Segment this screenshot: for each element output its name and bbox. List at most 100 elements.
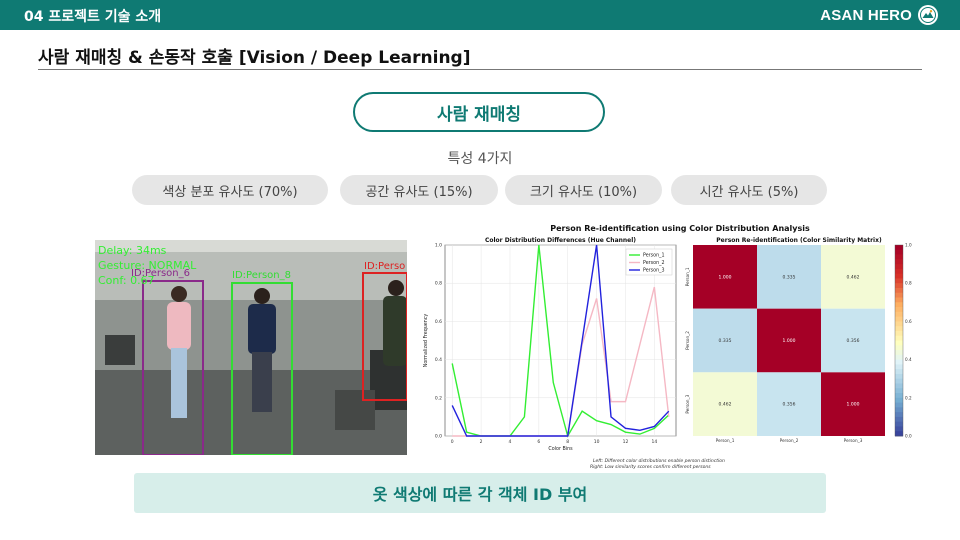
heatmap-value: 0.356 [783,402,796,408]
colorbar-step [895,397,903,403]
legend-label: Person_1 [643,253,665,259]
colorbar-step [895,307,903,313]
y-tick-label: 0.8 [435,281,442,287]
heatmap-value: 0.335 [783,274,796,280]
heatmap-y-label: Person_3 [685,394,690,413]
colorbar-tick: 0.8 [905,281,912,286]
similarity-heatmap: Person Re-identification (Color Similari… [685,237,919,443]
figure-suptitle: Person Re-identification using Color Dis… [550,224,810,233]
heatmap-x-label: Person_3 [844,438,863,443]
colorbar-step [895,302,903,308]
colorbar-step [895,412,903,418]
reid-analysis-figure: Person Re-identification using Color Dis… [418,221,919,473]
colorbar-tick: 0.2 [905,395,912,400]
colorbar-step [895,311,903,318]
y-tick-label: 1.0 [435,243,442,249]
colorbar-step [895,383,903,389]
section-label: 04 프로젝트 기술 소개 [24,9,162,25]
colorbar-step [895,354,903,360]
heatmap-value: 0.335 [719,338,732,344]
y-axis-label: Normalized Frequency [423,314,429,368]
colorbar-step [895,426,903,432]
x-tick-label: 12 [623,439,629,445]
y-tick-label: 0.2 [435,395,442,401]
colorbar-step [895,321,903,327]
colorbar-step [895,373,903,380]
figure-caption-left: Left: Different color distributions enab… [593,458,725,464]
colorbar-step [895,283,903,289]
colorbar-tick: 0.4 [905,357,912,362]
heatmap-value: 0.462 [847,274,860,280]
colorbar-step [895,416,903,423]
colorbar-step [895,287,903,294]
line-chart-title: Color Distribution Differences (Hue Chan… [485,237,636,244]
header-bar: 04 프로젝트 기술 소개 ASAN HERO [0,0,960,30]
colorbar-step [895,264,903,270]
mountain-emblem-icon [918,5,938,25]
chip-time-similarity: 시간 유사도 (5%) [671,175,827,205]
colorbar-step [895,350,903,356]
heatmap-value: 1.000 [719,274,732,280]
y-tick-label: 0.0 [435,434,442,440]
colorbar-step [895,326,903,332]
camera-frame: ID:Person_6 ID:Person_8 ID:Perso Delay: … [95,240,407,455]
figure-caption-right: Right: Low similarity scores confirm dif… [590,464,711,470]
colorbar-step [895,340,903,346]
chip-size-similarity: 크기 유사도 (10%) [505,175,662,205]
colorbar-step [895,245,903,251]
heatmap-value: 0.462 [719,402,732,408]
colorbar-step [895,268,903,275]
colorbar-tick: 0.0 [905,434,912,439]
x-tick-label: 2 [480,439,483,445]
brand: ASAN HERO [820,5,938,25]
colorbar-step [895,330,903,337]
colorbar-step [895,402,903,408]
hue-line-chart: Color Distribution Differences (Hue Chan… [423,237,677,452]
heatmap-value: 1.000 [783,338,796,344]
overlay-delay: Delay: 34ms [98,244,167,257]
colorbar-step [895,297,903,303]
x-tick-label: 8 [566,439,569,445]
colorbar-step [895,388,903,394]
y-tick-label: 0.6 [435,319,442,325]
heatmap-x-label: Person_1 [716,438,735,443]
colorbar-step [895,393,903,399]
colorbar-step [895,335,903,341]
legend-label: Person_2 [643,260,665,266]
title-divider [38,69,922,70]
colorbar-step [895,378,903,384]
heatmap-x-label: Person_2 [780,438,799,443]
box-label-person-8: ID:Person_8 [232,270,291,281]
features-heading: 특성 4가지 [447,151,513,167]
colorbar-step [895,345,903,351]
colorbar-step [895,292,903,298]
chip-spatial-similarity: 공간 유사도 (15%) [340,175,498,205]
x-tick-label: 0 [451,439,454,445]
colorbar-step [895,254,903,260]
colorbar-step [895,259,903,265]
colorbar-step [895,359,903,365]
x-tick-label: 14 [651,439,657,445]
chip-color-similarity: 색상 분포 유사도 (70%) [132,175,328,205]
brand-name: ASAN HERO [820,6,912,24]
overlay-gesture: Gesture: NORMAL [98,259,197,272]
heatmap-value: 1.000 [847,402,860,408]
page-title: 사람 재매칭 & 손동작 호출 [Vision / Deep Learning] [38,48,471,68]
box-label-person-partial: ID:Perso [364,261,405,272]
legend-label: Person_3 [643,268,665,274]
colorbar-step [895,369,903,375]
colorbar-tick: 1.0 [905,243,912,248]
heatmap-y-label: Person_2 [685,331,690,350]
colorbar-step [895,278,903,284]
colorbar-step [895,431,903,437]
overlay-confidence: Conf: 0.67 [98,274,155,287]
heatmap-value: 0.356 [847,338,860,344]
bottom-banner: 옷 색상에 따른 각 객체 ID 부여 [134,473,826,513]
x-tick-label: 10 [594,439,600,445]
y-tick-label: 0.4 [435,357,442,363]
colorbar-step [895,273,903,279]
colorbar-step [895,407,903,413]
colorbar-step [895,316,903,322]
colorbar-step [895,249,903,255]
x-tick-label: 6 [537,439,540,445]
